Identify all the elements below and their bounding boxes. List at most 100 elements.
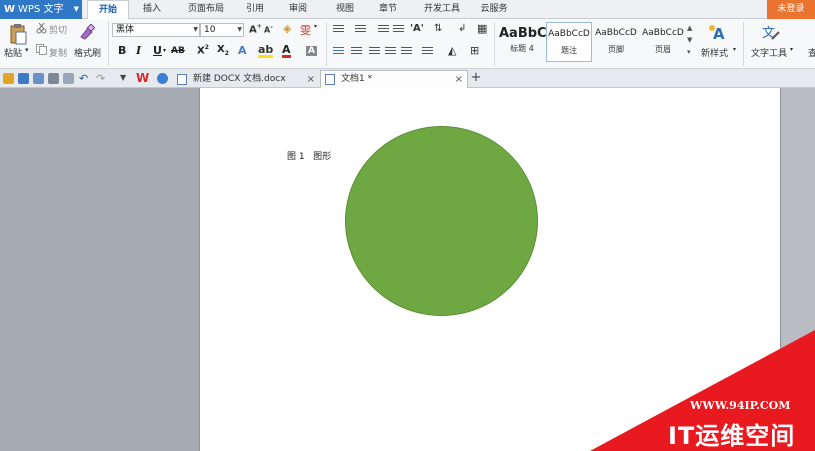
- tab-home[interactable]: 开始: [87, 0, 129, 20]
- document-icon: [325, 74, 335, 85]
- open-folder-icon[interactable]: [3, 73, 14, 84]
- paste-button[interactable]: 粘贴: [4, 46, 22, 59]
- border-icon[interactable]: ⊞: [470, 44, 479, 57]
- new-style-button[interactable]: 新样式: [701, 46, 728, 59]
- cut-button[interactable]: 剪切: [49, 23, 67, 36]
- find-button-partial[interactable]: 查: [808, 46, 815, 59]
- cloud-docs-icon[interactable]: [157, 73, 168, 84]
- login-button[interactable]: 未登录: [767, 0, 815, 19]
- tab-page-layout[interactable]: 页面布局: [181, 0, 231, 19]
- sort-icon[interactable]: ⇅: [434, 23, 442, 34]
- doc-tab-document1[interactable]: 文档1 * ×: [320, 70, 468, 88]
- app-menu-button[interactable]: W WPS 文字 ▼: [0, 0, 82, 19]
- clear-format-icon[interactable]: ◈: [283, 22, 291, 35]
- text-tools-button[interactable]: 文字工具: [751, 46, 787, 59]
- bullet-list-icon[interactable]: [333, 25, 344, 34]
- shrink-font-icon[interactable]: A-: [264, 24, 273, 35]
- wps-logo-icon: W: [4, 4, 16, 15]
- tab-cloud-services[interactable]: 云服务: [476, 0, 512, 19]
- paste-icon[interactable]: [8, 23, 28, 45]
- style-sample: AaBbCcD: [595, 28, 637, 38]
- scissors-icon[interactable]: [36, 23, 47, 34]
- format-painter-button[interactable]: 格式刷: [74, 46, 101, 59]
- tab-sections[interactable]: 章节: [373, 0, 403, 19]
- chevron-down-icon[interactable]: ▾: [790, 46, 793, 53]
- justify-icon[interactable]: [385, 47, 396, 56]
- change-case-icon[interactable]: 'A': [410, 23, 424, 34]
- increase-indent-icon[interactable]: [393, 25, 404, 34]
- tab-review[interactable]: 审阅: [283, 0, 313, 19]
- distribute-icon[interactable]: [401, 47, 412, 56]
- close-icon[interactable]: ×: [455, 71, 463, 88]
- tab-view[interactable]: 视图: [330, 0, 360, 19]
- numbered-list-icon[interactable]: [355, 25, 366, 34]
- chevron-down-icon[interactable]: ▼: [193, 24, 198, 36]
- font-size-select[interactable]: 10 ▼: [200, 23, 244, 37]
- paragraph-shading-icon[interactable]: ◭: [448, 44, 456, 57]
- decrease-indent-icon[interactable]: [378, 25, 389, 34]
- italic-icon[interactable]: I: [136, 44, 141, 57]
- undo-icon[interactable]: ↶: [79, 72, 88, 85]
- strikethrough-icon[interactable]: AB: [171, 46, 185, 56]
- table-border-icon[interactable]: ▦: [477, 22, 487, 35]
- underline-icon[interactable]: U: [153, 44, 162, 57]
- chevron-down-icon[interactable]: ▼: [237, 24, 242, 36]
- tab-insert[interactable]: 插入: [137, 0, 167, 19]
- redo-icon[interactable]: ↷: [96, 72, 105, 85]
- style-header[interactable]: AaBbCcD 页眉: [640, 22, 686, 62]
- style-label: 标题 4: [510, 44, 534, 53]
- style-sample: AaBbCcD: [548, 29, 590, 39]
- circle-shape[interactable]: [345, 126, 538, 316]
- figure-caption[interactable]: 图 1 图形: [287, 149, 331, 162]
- new-style-icon[interactable]: A: [707, 23, 727, 41]
- save-as-icon[interactable]: [33, 73, 44, 84]
- style-caption[interactable]: AaBbCcD 题注: [546, 22, 592, 62]
- text-effect-icon[interactable]: A: [238, 44, 247, 57]
- style-sample: AaBbCcD: [642, 28, 684, 38]
- style-label: 页脚: [608, 45, 624, 54]
- copy-icon[interactable]: [36, 44, 47, 55]
- styles-scroll-icon[interactable]: ▲ ▼ ▾: [687, 22, 692, 58]
- align-left-icon[interactable]: [333, 47, 344, 56]
- line-spacing-icon[interactable]: [422, 47, 433, 56]
- copy-button[interactable]: 复制: [49, 46, 67, 59]
- font-color-icon[interactable]: A: [282, 44, 291, 58]
- doc-tab-label: 新建 DOCX 文档.docx: [193, 74, 286, 84]
- watermark-name: IT运维空间: [668, 422, 796, 450]
- style-sample: AaBbC: [499, 26, 547, 41]
- print-preview-icon[interactable]: [63, 73, 74, 84]
- chevron-down-icon[interactable]: ▼: [120, 73, 126, 82]
- subscript-icon[interactable]: X2: [217, 44, 229, 57]
- chevron-down-icon[interactable]: ▾: [163, 47, 166, 54]
- save-icon[interactable]: [18, 73, 29, 84]
- format-painter-icon[interactable]: [78, 24, 96, 40]
- doc-tab-new-docx[interactable]: 新建 DOCX 文档.docx ×: [172, 70, 320, 88]
- font-name-select[interactable]: 黑体 ▼: [112, 23, 200, 37]
- chevron-down-icon[interactable]: ▾: [314, 23, 317, 30]
- print-icon[interactable]: [48, 73, 59, 84]
- tab-references[interactable]: 引用: [240, 0, 270, 19]
- bold-icon[interactable]: B: [118, 44, 126, 57]
- grow-font-icon[interactable]: A+: [249, 23, 262, 35]
- char-shading-icon[interactable]: A: [306, 46, 317, 56]
- close-icon[interactable]: ×: [307, 71, 315, 88]
- highlight-icon[interactable]: ab: [258, 44, 274, 58]
- wps-home-icon[interactable]: W: [136, 71, 149, 85]
- show-marks-icon[interactable]: ↲: [458, 23, 466, 34]
- tab-developer[interactable]: 开发工具: [420, 0, 464, 19]
- quick-access-bar: ↶ ↷ ▼ W 新建 DOCX 文档.docx × 文档1 * ×: [0, 69, 815, 88]
- new-tab-button[interactable]: +: [469, 69, 483, 88]
- text-tools-icon[interactable]: 文: [760, 23, 780, 41]
- style-footer[interactable]: AaBbCcD 页脚: [593, 22, 639, 62]
- superscript-icon[interactable]: X2: [197, 44, 209, 56]
- app-name: WPS 文字: [18, 4, 64, 15]
- style-heading-4[interactable]: AaBbC 标题 4: [499, 22, 547, 62]
- chevron-down-icon[interactable]: ▾: [733, 46, 736, 53]
- menu-bar: W WPS 文字 ▼ 开始 插入 页面布局 引用 审阅 视图 章节 开发工具 云服…: [0, 0, 815, 20]
- wps-window: W WPS 文字 ▼ 开始 插入 页面布局 引用 审阅 视图 章节 开发工具 云服…: [0, 0, 815, 451]
- separator: [108, 22, 109, 66]
- align-right-icon[interactable]: [369, 47, 380, 56]
- align-center-icon[interactable]: [351, 47, 362, 56]
- chevron-down-icon[interactable]: ▾: [25, 46, 29, 54]
- phonetic-guide-icon[interactable]: 雯: [300, 22, 311, 38]
